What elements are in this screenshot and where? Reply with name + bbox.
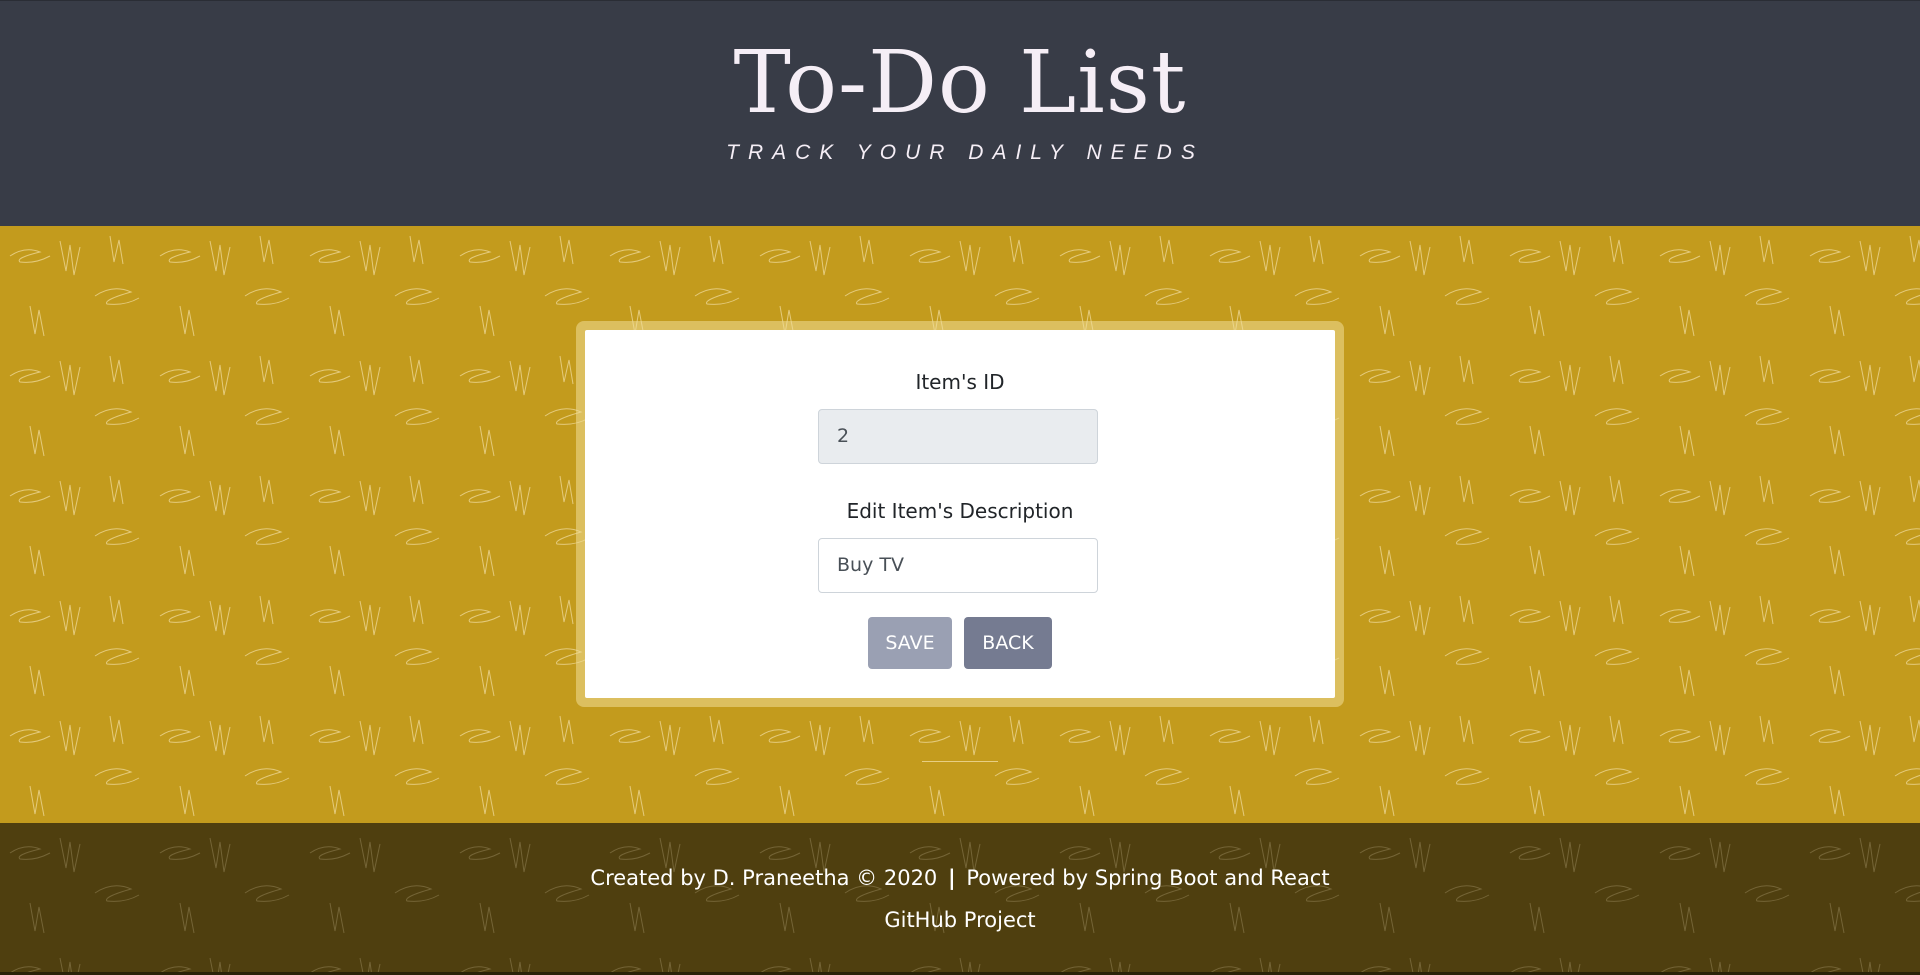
back-button[interactable]: BACK bbox=[964, 617, 1052, 669]
divider bbox=[922, 761, 998, 762]
description-input[interactable]: Buy TV bbox=[818, 538, 1098, 593]
page-subtitle: TRACK YOUR DAILY NEEDS bbox=[726, 141, 1204, 164]
footer-credit: Created by D. Praneetha © 2020 bbox=[590, 866, 938, 890]
main-area: Item's ID 2 Edit Item's Description Buy … bbox=[0, 226, 1920, 823]
page-title: To-Do List bbox=[733, 33, 1187, 133]
footer-pattern bbox=[0, 823, 1920, 975]
github-project-link[interactable]: GitHub Project bbox=[884, 908, 1035, 932]
save-button[interactable]: SAVE bbox=[868, 617, 952, 669]
page-header: To-Do List TRACK YOUR DAILY NEEDS bbox=[0, 0, 1920, 227]
item-id-label: Item's ID bbox=[915, 370, 1005, 394]
page-footer: Created by D. Praneetha © 2020 | Powered… bbox=[0, 823, 1920, 975]
footer-link-line: GitHub Project bbox=[0, 908, 1920, 932]
footer-separator: | bbox=[947, 866, 956, 890]
footer-credit-line: Created by D. Praneetha © 2020 | Powered… bbox=[0, 866, 1920, 890]
edit-item-card: Item's ID 2 Edit Item's Description Buy … bbox=[585, 330, 1335, 698]
item-id-field: 2 bbox=[818, 409, 1098, 464]
footer-powered: Powered by Spring Boot and React bbox=[966, 866, 1330, 890]
description-label: Edit Item's Description bbox=[846, 499, 1074, 523]
